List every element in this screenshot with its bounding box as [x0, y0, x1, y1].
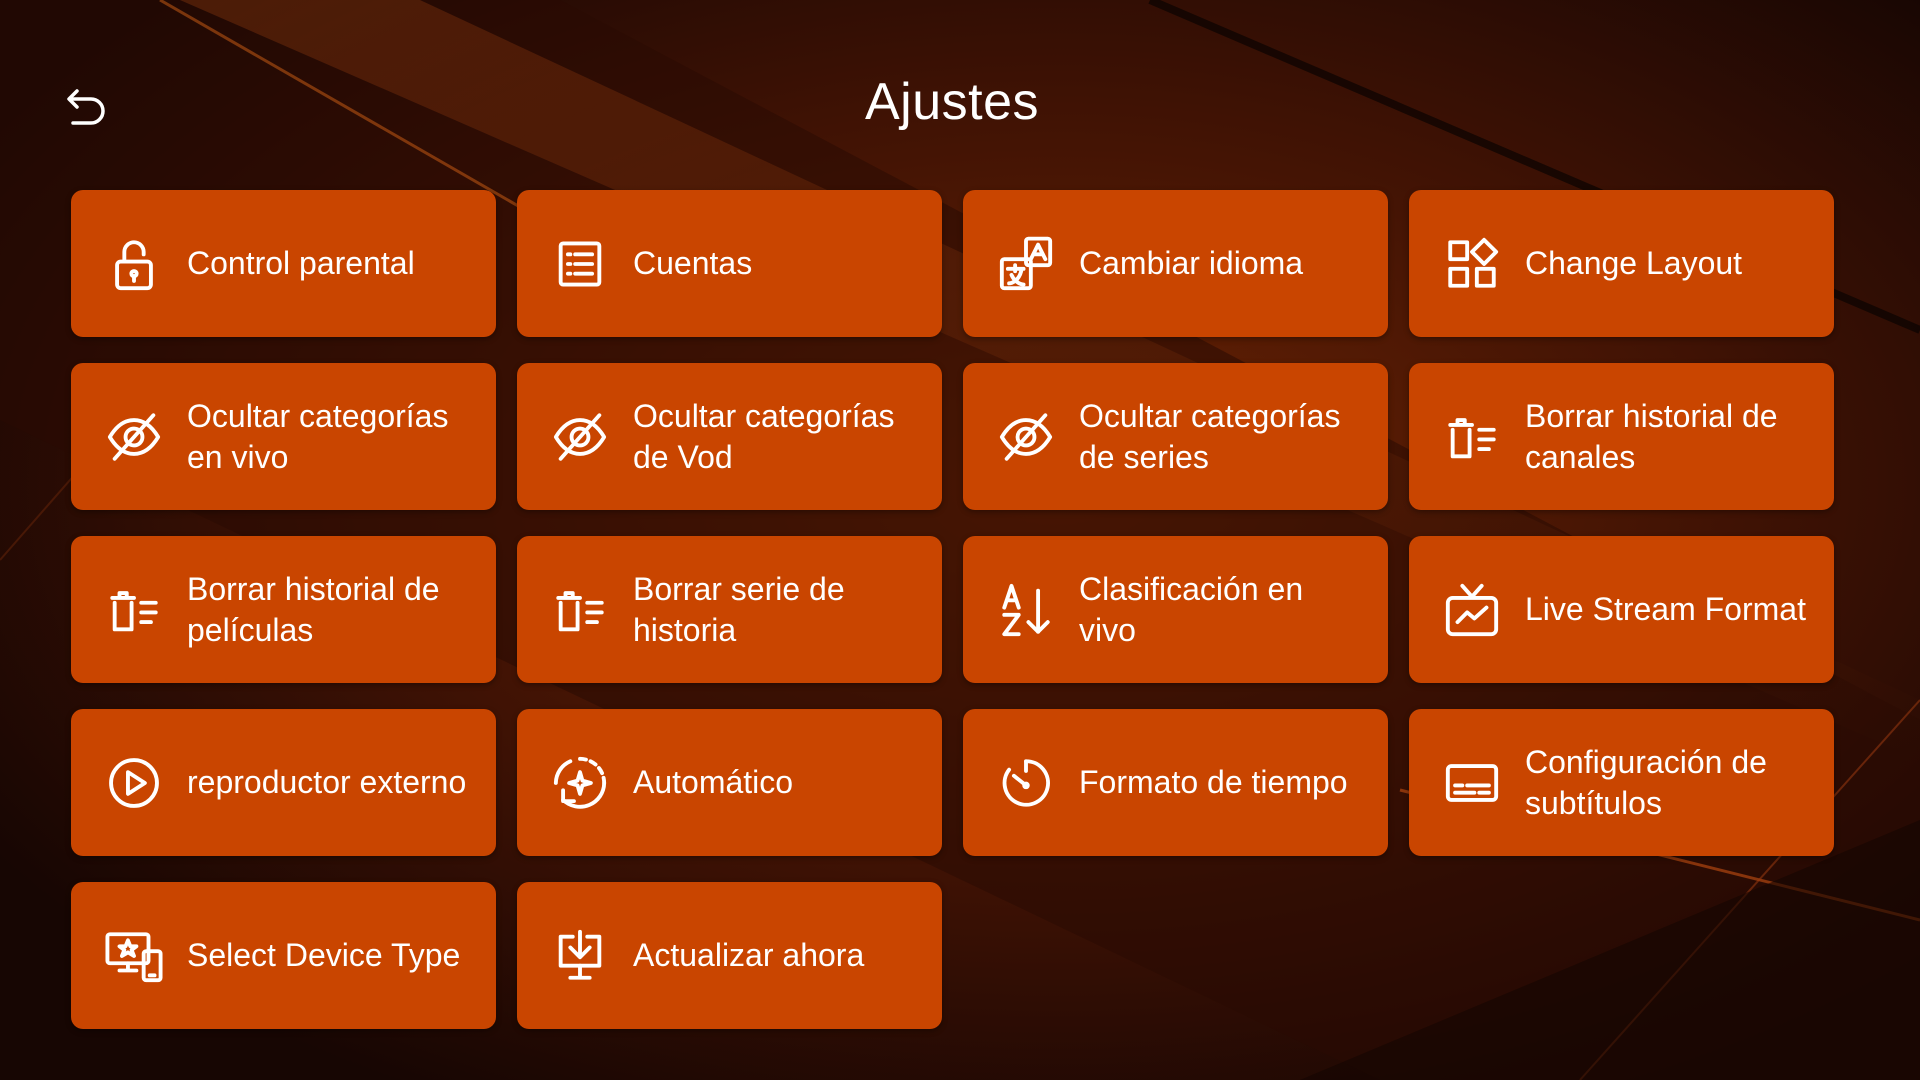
page-title: Ajustes — [864, 73, 1040, 131]
tile-label: Borrar historial de películas — [187, 570, 440, 648]
tile-label: Clasificación en vivo — [1079, 570, 1304, 648]
tile-label: Borrar serie de historia — [633, 570, 845, 648]
tile-label: Cuentas — [633, 245, 753, 281]
layout-icon — [1439, 231, 1505, 297]
auto-sync-icon — [547, 750, 613, 816]
delete-list-icon — [101, 577, 167, 643]
control-parental-button[interactable]: Control parental — [71, 190, 496, 337]
tile-label: Formato de tiempo — [1079, 764, 1348, 800]
eye-off-icon — [993, 404, 1059, 470]
tile-label: Actualizar ahora — [633, 937, 865, 973]
eye-off-icon — [547, 404, 613, 470]
live-stream-format-button[interactable]: Live Stream Format — [1409, 536, 1834, 683]
tile-label: Cambiar idioma — [1079, 245, 1304, 281]
play-circle-icon — [101, 750, 167, 816]
tile-label: Ocultar categorías en vivo — [187, 397, 449, 475]
download-update-icon — [547, 923, 613, 989]
list-icon — [547, 231, 613, 297]
cambiar-idioma-button[interactable]: Cambiar idioma — [963, 190, 1388, 337]
clasificacion-en-vivo-button[interactable]: Clasificación en vivo — [963, 536, 1388, 683]
delete-list-icon — [1439, 404, 1505, 470]
tile-label: Select Device Type — [187, 937, 461, 973]
ocultar-categorias-en-vivo-button[interactable]: Ocultar categorías en vivo — [71, 363, 496, 510]
actualizar-ahora-button[interactable]: Actualizar ahora — [517, 882, 942, 1029]
automatico-button[interactable]: Automático — [517, 709, 942, 856]
select-device-type-button[interactable]: Select Device Type — [71, 882, 496, 1029]
formato-de-tiempo-button[interactable]: Formato de tiempo — [963, 709, 1388, 856]
tile-label: Configuración de subtítulos — [1525, 743, 1767, 821]
tile-label: Automático — [633, 764, 794, 800]
borrar-serie-historia-button[interactable]: Borrar serie de historia — [517, 536, 942, 683]
borrar-historial-peliculas-button[interactable]: Borrar historial de películas — [71, 536, 496, 683]
lock-icon — [101, 231, 167, 297]
settings-grid: Control parental Cuentas Cambiar idioma … — [71, 190, 1834, 1029]
tile-label: Ocultar categorías de series — [1079, 397, 1341, 475]
tile-label: Change Layout — [1525, 245, 1743, 281]
tv-icon — [1439, 577, 1505, 643]
timer-icon — [993, 750, 1059, 816]
device-type-icon — [101, 923, 167, 989]
tile-label: reproductor externo — [187, 764, 467, 800]
ocultar-categorias-vod-button[interactable]: Ocultar categorías de Vod — [517, 363, 942, 510]
reproductor-externo-button[interactable]: reproductor externo — [71, 709, 496, 856]
cuentas-button[interactable]: Cuentas — [517, 190, 942, 337]
change-layout-button[interactable]: Change Layout — [1409, 190, 1834, 337]
eye-off-icon — [101, 404, 167, 470]
tile-label: Live Stream Format — [1525, 591, 1806, 627]
delete-list-icon — [547, 577, 613, 643]
tile-label: Borrar historial de canales — [1525, 397, 1778, 475]
tile-label: Ocultar categorías de Vod — [633, 397, 895, 475]
translate-icon — [993, 231, 1059, 297]
ocultar-categorias-series-button[interactable]: Ocultar categorías de series — [963, 363, 1388, 510]
sort-az-icon — [993, 577, 1059, 643]
configuracion-subtitulos-button[interactable]: Configuración de subtítulos — [1409, 709, 1834, 856]
subtitles-icon — [1439, 750, 1505, 816]
borrar-historial-canales-button[interactable]: Borrar historial de canales — [1409, 363, 1834, 510]
tile-label: Control parental — [187, 245, 415, 281]
